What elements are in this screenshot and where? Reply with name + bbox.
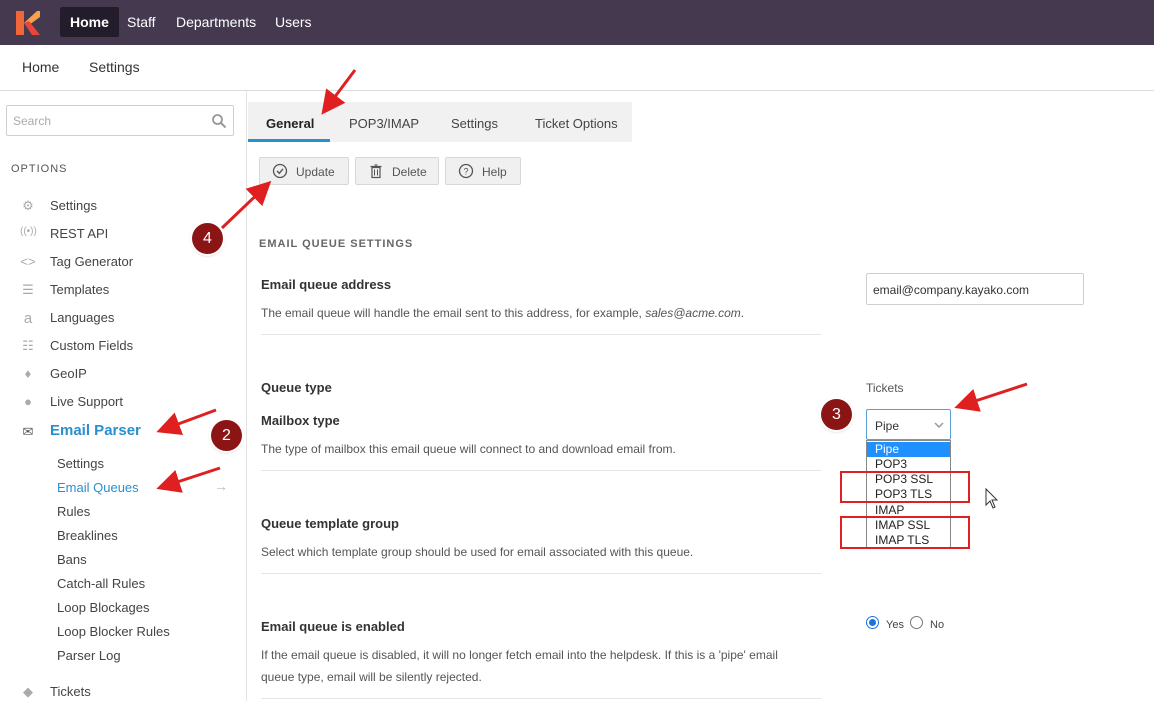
gear-icon: ⚙ bbox=[22, 198, 34, 213]
tag-icon: ◆ bbox=[23, 684, 33, 699]
option-pipe[interactable]: Pipe bbox=[867, 442, 950, 457]
update-label: Update bbox=[296, 165, 335, 179]
divider bbox=[261, 334, 821, 335]
help-label: Help bbox=[482, 165, 507, 179]
sidebar-item-label: Live Support bbox=[50, 394, 123, 409]
annotation-badge-3: 3 bbox=[821, 399, 852, 430]
subitem-settings[interactable]: Settings bbox=[57, 456, 104, 471]
enabled-description-line2: queue type, email will be silently rejec… bbox=[261, 670, 482, 684]
update-button[interactable]: Update bbox=[259, 157, 349, 185]
option-pop3[interactable]: POP3 bbox=[867, 457, 950, 472]
address-label: Email queue address bbox=[261, 277, 392, 292]
highlight-imap-options bbox=[840, 516, 970, 549]
address-desc-text: The email queue will handle the email se… bbox=[261, 306, 646, 320]
address-desc-end: . bbox=[740, 306, 745, 320]
divider bbox=[261, 698, 821, 699]
trash-icon bbox=[370, 164, 382, 179]
svg-text:?: ? bbox=[463, 167, 468, 177]
enabled-description-line1: If the email queue is disabled, it will … bbox=[261, 648, 778, 662]
subitem-loop-blockages[interactable]: Loop Blockages bbox=[57, 600, 150, 615]
topnav-departments[interactable]: Departments bbox=[166, 7, 266, 37]
subnav-settings[interactable]: Settings bbox=[89, 59, 140, 75]
sidebar-item-label: Email Parser bbox=[50, 422, 141, 439]
help-circle-icon: ? bbox=[458, 163, 474, 179]
sidebar-item-label: Settings bbox=[50, 198, 97, 213]
options-section-label: OPTIONS bbox=[11, 163, 68, 175]
tab-ticket-options[interactable]: Ticket Options bbox=[535, 116, 618, 131]
queue-type-label: Queue type bbox=[261, 380, 332, 395]
broadcast-icon: ((•)) bbox=[20, 226, 37, 237]
subitem-email-queues[interactable]: Email Queues bbox=[57, 480, 139, 495]
mailbox-type-select[interactable]: Pipe bbox=[866, 409, 951, 440]
enabled-label: Email queue is enabled bbox=[261, 619, 405, 634]
search-icon[interactable] bbox=[211, 113, 227, 129]
subitem-bans[interactable]: Bans bbox=[57, 552, 87, 567]
topnav-home[interactable]: Home bbox=[60, 7, 119, 37]
kayako-logo-icon[interactable] bbox=[15, 10, 41, 36]
chevron-down-icon bbox=[934, 422, 944, 429]
template-group-label: Queue template group bbox=[261, 516, 399, 531]
enabled-yes-label: Yes bbox=[886, 619, 904, 631]
enabled-no-radio[interactable] bbox=[910, 616, 923, 629]
envelope-icon: ✉ bbox=[22, 424, 34, 439]
mailbox-type-selected-value: Pipe bbox=[875, 419, 900, 433]
tab-bar: General POP3/IMAP Settings Ticket Option… bbox=[248, 102, 632, 142]
top-navbar: Home Staff Departments Users bbox=[0, 0, 1154, 45]
divider bbox=[261, 470, 821, 471]
enabled-no-label: No bbox=[930, 619, 945, 631]
address-description: The email queue will handle the email se… bbox=[261, 306, 744, 320]
topnav-staff[interactable]: Staff bbox=[117, 7, 166, 37]
check-circle-icon bbox=[272, 163, 288, 179]
annotation-badge-2: 2 bbox=[211, 420, 242, 451]
topnav-users[interactable]: Users bbox=[265, 7, 322, 37]
section-title: EMAIL QUEUE SETTINGS bbox=[259, 238, 414, 250]
annotation-badge-4: 4 bbox=[192, 223, 223, 254]
sidebar-item-label: Templates bbox=[50, 282, 110, 297]
email-queue-address-input[interactable]: email@company.kayako.com bbox=[866, 273, 1084, 305]
sidebar-item-label: REST API bbox=[50, 226, 109, 241]
subitem-breaklines[interactable]: Breaklines bbox=[57, 528, 118, 543]
delete-button[interactable]: Delete bbox=[355, 157, 439, 185]
sidebar-item-label: Custom Fields bbox=[50, 338, 134, 353]
queue-type-value: Tickets bbox=[866, 381, 904, 395]
template-group-description: Select which template group should be us… bbox=[261, 545, 694, 559]
language-icon: a bbox=[23, 310, 33, 327]
subitem-parser-log[interactable]: Parser Log bbox=[57, 648, 121, 663]
sidebar: Search OPTIONS ⚙ Settings ((•)) REST API… bbox=[0, 91, 247, 701]
help-button[interactable]: ? Help bbox=[445, 157, 521, 185]
tab-settings[interactable]: Settings bbox=[451, 116, 498, 131]
mailbox-type-description: The type of mailbox this email queue wil… bbox=[261, 442, 676, 456]
sidebar-item-label: Languages bbox=[50, 310, 115, 325]
active-tab-indicator bbox=[248, 139, 330, 142]
fields-icon: ☷ bbox=[22, 338, 34, 353]
enabled-yes-radio[interactable] bbox=[866, 616, 879, 629]
subitem-catch-all-rules[interactable]: Catch-all Rules bbox=[57, 576, 145, 591]
mailbox-type-label: Mailbox type bbox=[261, 413, 340, 428]
list-icon: ☰ bbox=[22, 282, 34, 297]
divider bbox=[261, 573, 821, 574]
search-placeholder: Search bbox=[13, 114, 52, 128]
breadcrumb-bar: Home Settings bbox=[0, 45, 1154, 91]
tab-general[interactable]: General bbox=[266, 116, 314, 131]
subitem-rules[interactable]: Rules bbox=[57, 504, 90, 519]
address-desc-example: sales@acme.com bbox=[645, 306, 741, 320]
sidebar-item-label: Tag Generator bbox=[50, 254, 134, 269]
mouse-cursor-icon bbox=[985, 487, 999, 509]
active-arrow-icon: → bbox=[214, 478, 228, 494]
delete-label: Delete bbox=[392, 165, 427, 179]
search-input[interactable]: Search bbox=[6, 105, 234, 136]
subnav-home[interactable]: Home bbox=[22, 59, 59, 75]
pin-icon: ♦ bbox=[24, 366, 32, 381]
code-icon: <> bbox=[20, 254, 36, 269]
chat-icon: ● bbox=[24, 394, 32, 409]
tab-pop3-imap[interactable]: POP3/IMAP bbox=[349, 116, 419, 131]
sidebar-item-label: GeoIP bbox=[50, 366, 87, 381]
sidebar-item-label: Tickets bbox=[50, 684, 91, 699]
highlight-pop3-options bbox=[840, 471, 970, 503]
subitem-loop-blocker-rules[interactable]: Loop Blocker Rules bbox=[57, 624, 170, 639]
